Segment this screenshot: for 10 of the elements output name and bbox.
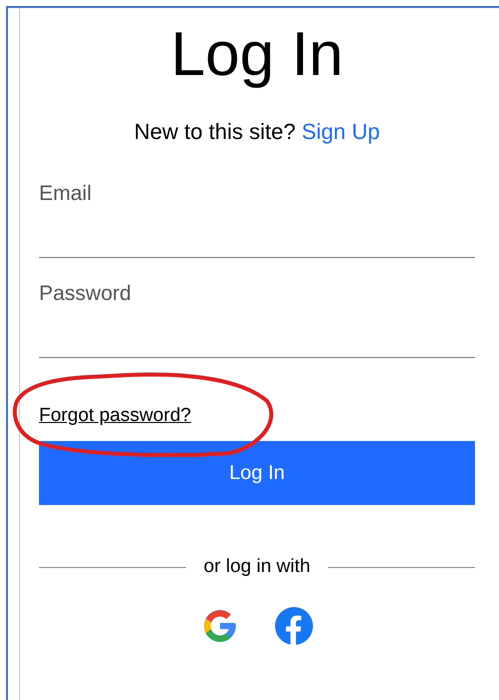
- google-logo-icon[interactable]: [201, 607, 239, 645]
- divider-text: or log in with: [204, 555, 310, 579]
- page-title: Log In: [170, 19, 344, 91]
- sign-up-link[interactable]: Sign Up: [302, 118, 380, 146]
- field-label: Password: [39, 281, 132, 307]
- forgot-password-link[interactable]: Forgot password?: [39, 405, 192, 426]
- log-in-button[interactable]: Log In: [39, 441, 475, 505]
- signup-prompt: New to this site?: [134, 118, 296, 146]
- facebook-logo-icon[interactable]: [275, 607, 313, 645]
- field-label: Email: [39, 181, 93, 207]
